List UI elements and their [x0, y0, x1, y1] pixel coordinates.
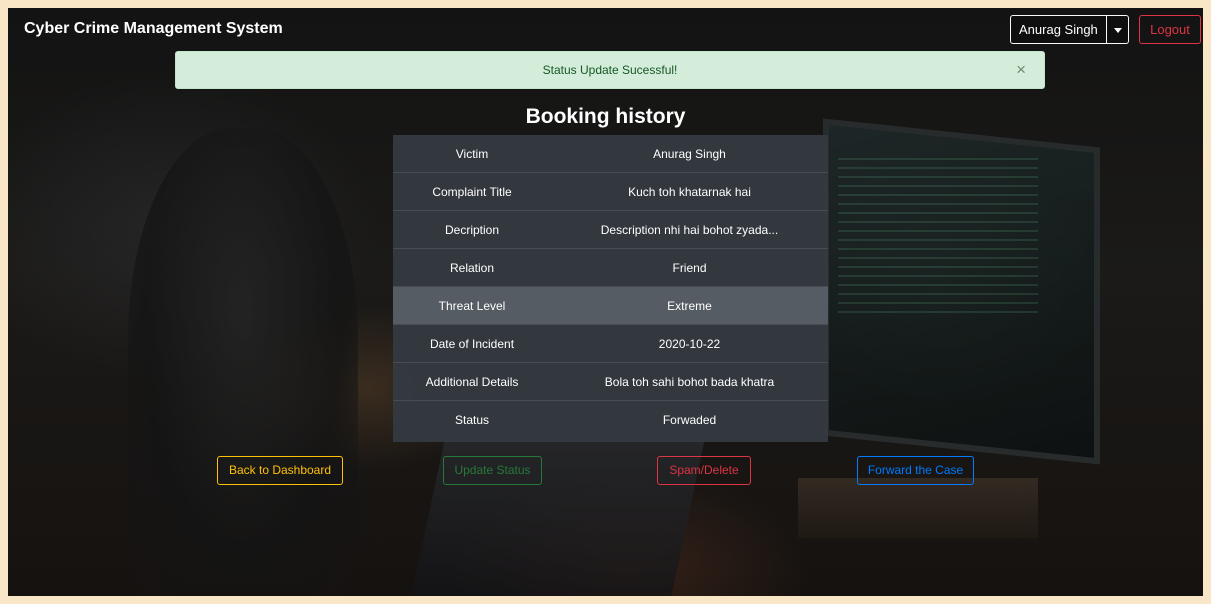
table-row: Decription Description nhi hai bohot zya…	[393, 211, 828, 249]
row-value: Kuch toh khatarnak hai	[628, 185, 751, 199]
user-name-button[interactable]: Anurag Singh	[1010, 15, 1107, 44]
alert-message: Status Update Sucessful!	[542, 63, 678, 77]
row-label: Victim	[455, 147, 489, 161]
update-status-button[interactable]: Update Status	[443, 456, 542, 485]
row-value: Friend	[672, 261, 707, 275]
table-row: Victim Anurag Singh	[393, 135, 828, 173]
row-label: Complaint Title	[432, 185, 512, 199]
table-row: Additional Details Bola toh sahi bohot b…	[393, 363, 828, 401]
table-row-hovered: Threat Level Extreme	[393, 287, 828, 325]
success-alert: Status Update Sucessful! ×	[175, 51, 1045, 89]
logout-button[interactable]: Logout	[1139, 15, 1201, 44]
row-value: Description nhi hai bohot zyada...	[600, 223, 779, 237]
row-label: Date of Incident	[429, 337, 515, 351]
background-code-lines	[838, 158, 1038, 318]
row-value: Forwaded	[662, 413, 717, 427]
row-value: Extreme	[667, 299, 712, 313]
close-icon[interactable]: ×	[1016, 60, 1026, 80]
row-label: Threat Level	[438, 299, 506, 313]
chevron-down-icon[interactable]	[1106, 15, 1129, 44]
background-books	[798, 478, 1038, 538]
navbar: Cyber Crime Management System Anurag Sin…	[8, 8, 1203, 52]
back-to-dashboard-button[interactable]: Back to Dashboard	[217, 456, 343, 485]
complaint-details-table: Victim Anurag Singh Complaint Title Kuch…	[393, 135, 828, 442]
row-label: Additional Details	[425, 375, 519, 389]
table-row: Complaint Title Kuch toh khatarnak hai	[393, 173, 828, 211]
table-row: Relation Friend	[393, 249, 828, 287]
row-label: Status	[454, 413, 490, 427]
row-value: 2020-10-22	[658, 337, 721, 351]
forward-case-button[interactable]: Forward the Case	[857, 456, 974, 485]
app-window: Cyber Crime Management System Anurag Sin…	[8, 8, 1203, 596]
row-value: Bola toh sahi bohot bada khatra	[604, 375, 775, 389]
table-row: Status Forwaded	[393, 401, 828, 439]
spam-delete-button[interactable]: Spam/Delete	[657, 456, 751, 485]
row-value: Anurag Singh	[653, 147, 726, 161]
page-title: Booking history	[525, 105, 686, 128]
table-row: Date of Incident 2020-10-22	[393, 325, 828, 363]
user-dropdown[interactable]: Anurag Singh	[1010, 15, 1129, 44]
row-label: Relation	[449, 261, 495, 275]
brand-title[interactable]: Cyber Crime Management System	[24, 20, 283, 38]
background-person	[128, 128, 358, 596]
row-label: Decription	[444, 223, 500, 237]
